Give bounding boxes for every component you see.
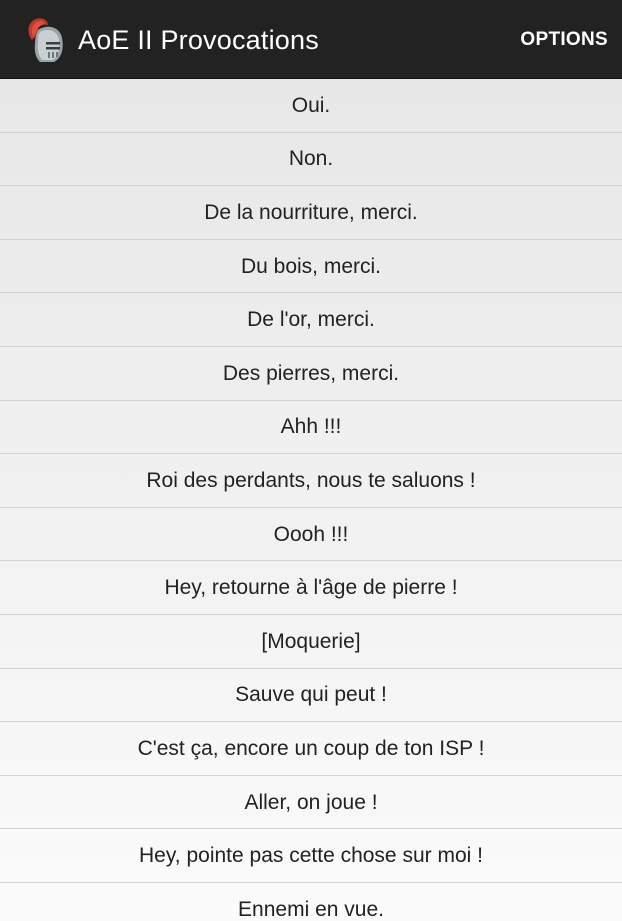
list-item-label: [Moquerie] [261,629,361,653]
list-item[interactable]: De l'or, merci. [0,293,622,347]
list-item[interactable]: Hey, pointe pas cette chose sur moi ! [0,829,622,883]
list-item[interactable]: De la nourriture, merci. [0,186,622,240]
list-item-label: Hey, retourne à l'âge de pierre ! [164,576,458,600]
list-item-label: Ahh !!! [280,415,342,439]
list-item-label: Ennemi en vue. [238,897,384,921]
list-item[interactable]: [Moquerie] [0,615,622,669]
list-item[interactable]: Du bois, merci. [0,240,622,294]
taunt-list[interactable]: Oui. Non. De la nourriture, merci. Du bo… [0,79,622,921]
list-item-label: Oooh !!! [273,522,349,546]
options-button[interactable]: OPTIONS [518,0,610,79]
list-item-label: De la nourriture, merci. [204,200,418,224]
list-item-label: C'est ça, encore un coup de ton ISP ! [137,736,485,760]
list-item[interactable]: Oooh !!! [0,508,622,562]
knight-helmet-icon[interactable] [22,16,68,64]
list-item[interactable]: C'est ça, encore un coup de ton ISP ! [0,722,622,776]
app-title: AoE II Provocations [78,25,319,55]
list-item[interactable]: Sauve qui peut ! [0,669,622,723]
list-item-label: Du bois, merci. [240,254,382,278]
list-item-label: Des pierres, merci. [222,361,400,385]
list-item-label: Roi des perdants, nous te saluons ! [146,468,476,492]
list-item-label: Aller, on joue ! [244,790,378,814]
list-item[interactable]: Des pierres, merci. [0,347,622,401]
list-item-label: Sauve qui peut ! [235,683,387,707]
list-item[interactable]: Hey, retourne à l'âge de pierre ! [0,561,622,615]
list-item-label: Hey, pointe pas cette chose sur moi ! [139,844,483,868]
list-item[interactable]: Aller, on joue ! [0,776,622,830]
list-item[interactable]: Roi des perdants, nous te saluons ! [0,454,622,508]
list-item-label: Oui. [291,93,331,117]
action-bar: AoE II Provocations OPTIONS [0,0,622,79]
list-item[interactable]: Ennemi en vue. [0,883,622,921]
list-item[interactable]: Oui. [0,79,622,133]
list-item[interactable]: Non. [0,133,622,187]
list-item[interactable]: Ahh !!! [0,401,622,455]
list-item-label: Non. [288,147,334,171]
list-item-label: De l'or, merci. [247,308,375,332]
